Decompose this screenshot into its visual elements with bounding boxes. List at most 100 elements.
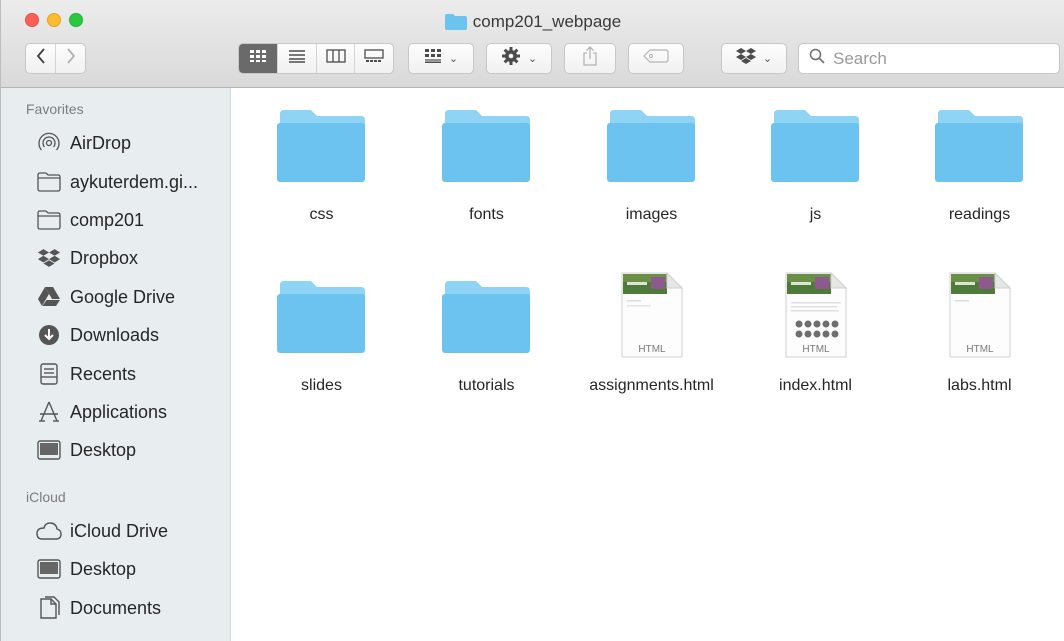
file-item-readings[interactable]: readings xyxy=(897,88,1062,238)
file-name: js xyxy=(809,206,822,223)
column-view-icon xyxy=(326,49,346,68)
file-item-assignments-html[interactable]: HTML assignments.html xyxy=(569,272,734,412)
toolbar: comp201_webpage ⌄ ⌄ ⌄ Search xyxy=(1,0,1064,88)
file-name: tutorials xyxy=(458,377,515,394)
file-name: assignments.html xyxy=(589,377,714,394)
desktop-icon xyxy=(36,438,62,462)
file-grid: css fonts images js readings slides tuto… xyxy=(232,88,1064,641)
search-input[interactable]: Search xyxy=(798,43,1060,74)
google-drive-icon xyxy=(36,285,62,309)
sidebar-item-icloud-drive[interactable]: iCloud Drive xyxy=(36,516,168,546)
column-view-button[interactable] xyxy=(315,44,355,73)
search-icon xyxy=(809,48,825,69)
folder-icon xyxy=(771,110,859,182)
tag-button[interactable] xyxy=(628,43,684,74)
favorites-section-title: Favorites xyxy=(26,101,84,117)
sidebar-item-applications[interactable]: Applications xyxy=(36,397,167,427)
icon-view-icon xyxy=(249,49,267,68)
file-item-tutorials[interactable]: tutorials xyxy=(404,259,569,409)
dropbox-button[interactable]: ⌄ xyxy=(721,43,787,74)
share-icon xyxy=(582,46,598,71)
file-item-slides[interactable]: slides xyxy=(239,259,404,409)
icloud-section-title: iCloud xyxy=(26,489,66,505)
sidebar-item-label: AirDrop xyxy=(70,132,132,153)
list-view-icon xyxy=(288,49,306,68)
sidebar-item-label: aykuterdem.gi... xyxy=(70,171,199,192)
folder-icon xyxy=(442,110,530,182)
sidebar: Favorites AirDrop aykuterdem.gi... comp2… xyxy=(1,88,231,641)
view-mode-control xyxy=(238,43,394,74)
sidebar-item-airdrop[interactable]: AirDrop xyxy=(36,128,131,158)
cloud-icon xyxy=(36,519,62,543)
file-item-images[interactable]: images xyxy=(569,88,734,238)
action-button[interactable]: ⌄ xyxy=(486,43,552,74)
file-badge: HTML xyxy=(966,344,994,355)
sidebar-item-google-drive[interactable]: Google Drive xyxy=(36,282,175,312)
gallery-view-button[interactable] xyxy=(354,44,393,73)
folder-icon xyxy=(36,170,62,194)
tag-icon xyxy=(643,49,669,68)
file-badge: HTML xyxy=(802,344,830,355)
folder-icon xyxy=(935,110,1023,182)
folder-icon xyxy=(442,281,530,353)
sidebar-item-label: Recents xyxy=(70,363,137,384)
sidebar-item-downloads[interactable]: Downloads xyxy=(36,320,159,350)
folder-icon xyxy=(277,110,365,182)
gear-icon xyxy=(501,46,521,71)
sidebar-item-label: Desktop xyxy=(70,439,137,460)
file-badge: HTML xyxy=(638,344,666,355)
sidebar-item-label: Google Drive xyxy=(70,286,176,307)
dropbox-icon xyxy=(36,246,62,270)
window-title: comp201_webpage xyxy=(1,12,1064,32)
group-by-button[interactable]: ⌄ xyxy=(408,43,474,74)
list-view-button[interactable] xyxy=(277,44,316,73)
chevron-right-icon xyxy=(66,48,76,69)
folder-icon xyxy=(277,281,365,353)
sidebar-item-comp201[interactable]: comp201 xyxy=(36,205,144,235)
forward-button[interactable] xyxy=(55,44,85,73)
sidebar-item-label: Applications xyxy=(70,401,168,422)
file-item-fonts[interactable]: fonts xyxy=(404,88,569,238)
chevron-down-icon: ⌄ xyxy=(448,53,459,65)
html-document-icon: HTML xyxy=(621,272,683,358)
file-name: css xyxy=(309,206,334,223)
icon-view-button[interactable] xyxy=(239,44,278,73)
file-name: slides xyxy=(301,377,342,394)
folder-icon xyxy=(444,14,467,30)
sidebar-item-icloud-desktop[interactable]: Desktop xyxy=(36,554,136,584)
folder-icon xyxy=(607,110,695,182)
share-button[interactable] xyxy=(564,43,616,74)
sidebar-item-aykuterdem[interactable]: aykuterdem.gi... xyxy=(36,167,198,197)
sidebar-item-label: Downloads xyxy=(70,324,160,345)
sidebar-item-label: Dropbox xyxy=(70,247,139,268)
file-name: readings xyxy=(948,206,1011,223)
group-by-icon xyxy=(424,48,442,69)
sidebar-item-desktop[interactable]: Desktop xyxy=(36,435,136,465)
file-item-css[interactable]: css xyxy=(239,88,404,238)
sidebar-item-recents[interactable]: Recents xyxy=(36,359,136,389)
html-document-icon: HTML xyxy=(785,272,847,358)
documents-icon xyxy=(36,596,62,620)
file-item-index-html[interactable]: HTML index.html xyxy=(733,272,898,412)
file-item-labs-html[interactable]: HTML labs.html xyxy=(897,272,1062,412)
chevron-down-icon: ⌄ xyxy=(527,53,538,65)
sidebar-item-documents[interactable]: Documents xyxy=(36,593,161,623)
finder-window: comp201_webpage ⌄ ⌄ ⌄ Search Favorites A… xyxy=(0,0,1064,641)
file-name: fonts xyxy=(469,206,504,223)
sidebar-item-label: Documents xyxy=(70,597,162,618)
chevron-left-icon xyxy=(36,48,46,69)
window-title-text: comp201_webpage xyxy=(472,12,622,31)
desktop-icon xyxy=(36,557,62,581)
html-document-icon: HTML xyxy=(949,272,1011,358)
back-button[interactable] xyxy=(26,44,55,73)
folder-icon xyxy=(36,208,62,232)
navigation-buttons xyxy=(25,43,86,74)
sidebar-item-dropbox[interactable]: Dropbox xyxy=(36,243,138,273)
file-item-js[interactable]: js xyxy=(733,88,898,238)
gallery-view-icon xyxy=(364,49,384,68)
airdrop-icon xyxy=(36,131,62,155)
search-placeholder: Search xyxy=(833,48,887,68)
downloads-icon xyxy=(36,323,62,347)
chevron-down-icon: ⌄ xyxy=(762,53,773,65)
file-name: index.html xyxy=(779,377,852,394)
